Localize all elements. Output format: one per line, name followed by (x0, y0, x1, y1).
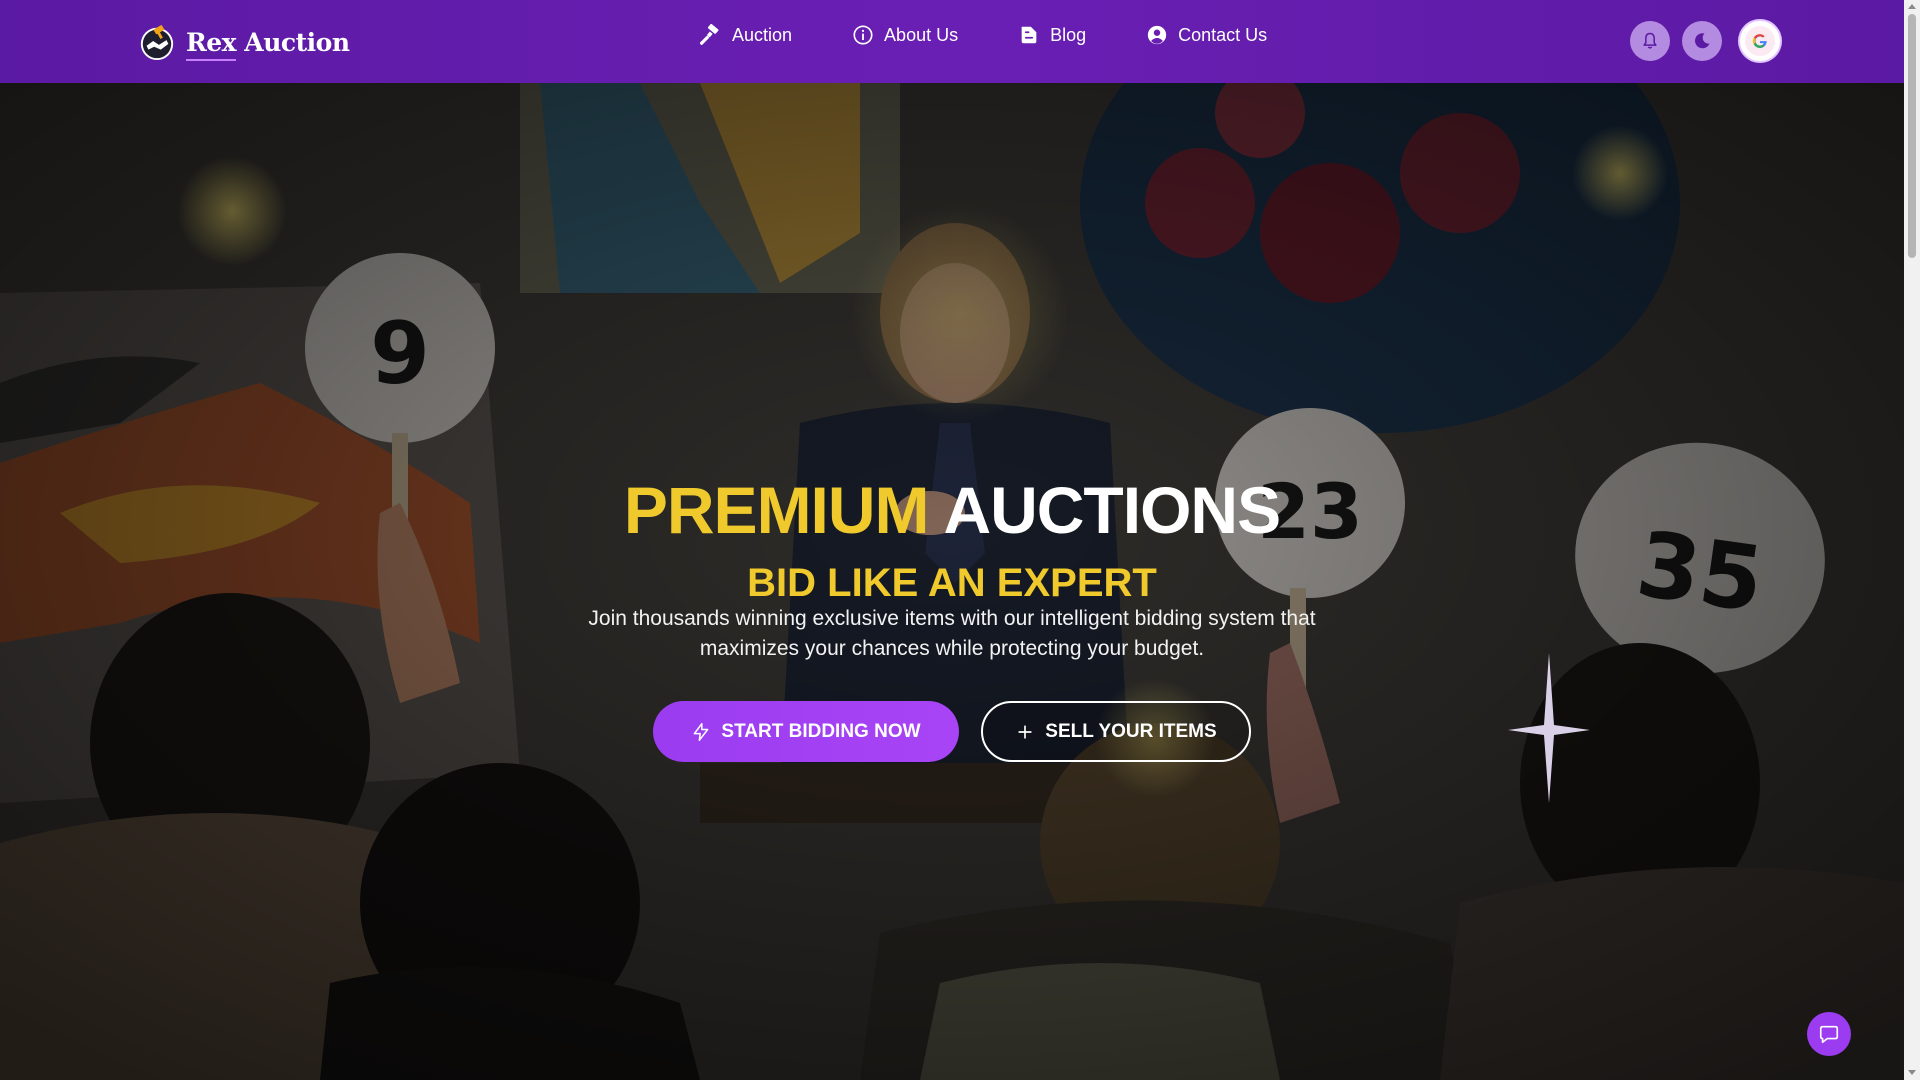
scroll-up-arrow-icon[interactable] (1908, 4, 1916, 9)
bolt-icon (694, 722, 709, 741)
start-bidding-label: START BIDDING NOW (721, 720, 921, 742)
nav-item-auction[interactable]: Auction (700, 24, 792, 46)
scrollbar-thumb[interactable] (1908, 14, 1916, 258)
top-navbar: Rex Auction Auction About Us Blog Contac… (0, 0, 1904, 83)
plus-icon (1018, 724, 1032, 739)
info-circle-icon (853, 25, 873, 45)
nav-item-label: About Us (884, 24, 959, 45)
chat-bubble-icon (1819, 1025, 1839, 1044)
user-circle-icon (1147, 25, 1167, 45)
notifications-button[interactable] (1630, 21, 1670, 61)
hero-headline: PREMIUM AUCTIONS (0, 472, 1904, 548)
brand-name-auction: Auction (236, 27, 350, 57)
theme-toggle-button[interactable] (1682, 21, 1722, 61)
headline-premium: PREMIUM (623, 473, 930, 547)
page-scrollbar[interactable] (1904, 0, 1920, 1080)
start-bidding-button[interactable]: START BIDDING NOW (653, 701, 959, 762)
hero-content: PREMIUM AUCTIONS BID LIKE AN EXPERT Join… (0, 83, 1904, 1080)
blog-icon (1021, 26, 1037, 44)
chat-button[interactable] (1807, 1012, 1851, 1056)
headline-auctions: AUCTIONS (943, 473, 1281, 547)
nav-actions (1630, 21, 1780, 61)
gavel-icon (700, 24, 719, 45)
google-avatar-icon (1752, 34, 1767, 48)
nav-item-about-us[interactable]: About Us (852, 24, 958, 46)
brand-name-rex: Rex (186, 27, 237, 61)
scroll-down-arrow-icon[interactable] (1908, 1070, 1916, 1075)
brand-home-link[interactable]: Rex Auction (138, 20, 350, 64)
moon-icon (1695, 33, 1710, 49)
nav-item-blog[interactable]: Blog (1018, 24, 1086, 46)
sell-items-label: SELL YOUR ITEMS (1045, 720, 1217, 742)
avatar (1745, 26, 1775, 56)
handshake-gavel-logo-icon (140, 25, 174, 61)
bell-icon (1643, 32, 1657, 49)
nav-item-label: Blog (1050, 24, 1087, 45)
hero-description: Join thousands winning exclusive items w… (588, 607, 1316, 660)
nav-item-label: Contact Us (1178, 24, 1268, 45)
nav-item-label: Auction (732, 24, 793, 45)
main-nav: Auction About Us Blog Contact Us (700, 24, 1267, 46)
nav-item-contact-us[interactable]: Contact Us (1146, 24, 1267, 46)
brand-name: Rex Auction (186, 27, 350, 61)
sell-items-button[interactable]: SELL YOUR ITEMS (981, 701, 1251, 762)
user-avatar-button[interactable] (1740, 21, 1780, 61)
hero-section: 9 23 35 PREMIUM AUCTIONS (0, 83, 1904, 1080)
hero-subheadline: BID LIKE AN EXPERT (747, 561, 1157, 605)
